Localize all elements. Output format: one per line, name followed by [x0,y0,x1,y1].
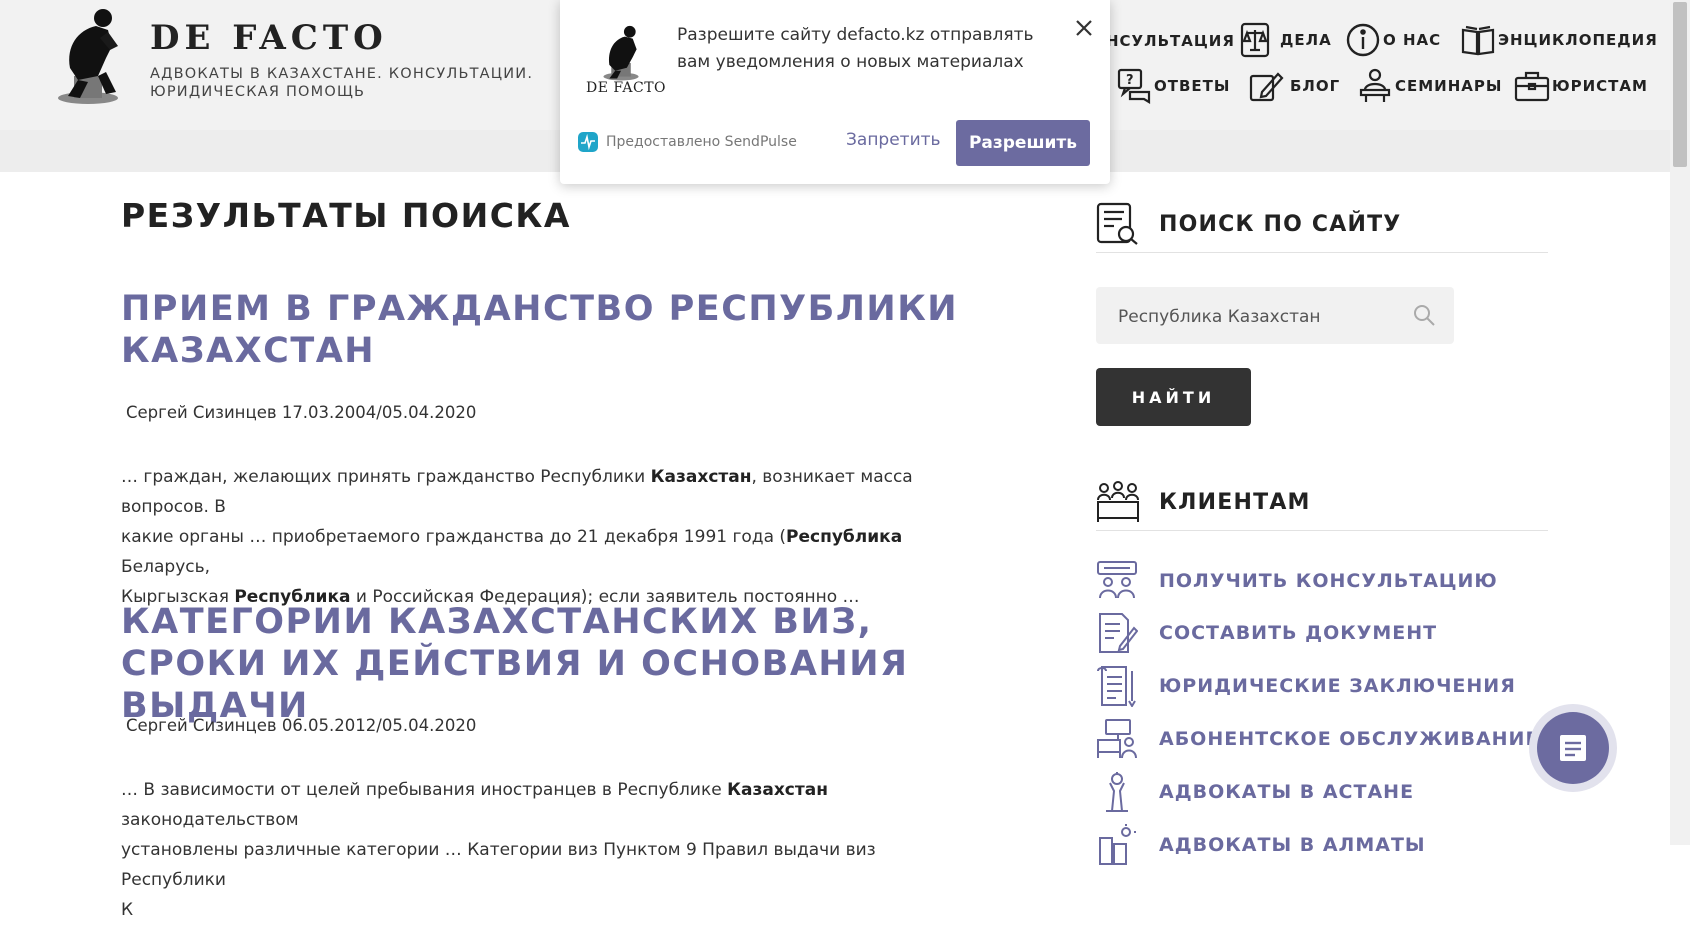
snippet-text: К [121,900,134,920]
document-pen-icon [1099,613,1138,653]
nav-seminars-label: СЕМИНАРЫ [1395,77,1503,95]
tagline-line-2: ЮРИДИЧЕСКАЯ ПОМОЩЬ [150,84,366,100]
client-link-subscription[interactable]: АБОНЕНТСКОЕ ОБСЛУЖИВАНИЕ [1096,718,1538,760]
popup-logo-text: DE FACTO [586,80,667,96]
thinker-logo-icon[interactable] [48,6,126,106]
site-tagline: АДВОКАТЫ В КАЗАХСТАНЕ. КОНСУЛЬТАЦИИ. ЮРИ… [150,65,550,101]
snippet-highlight: Республика [786,527,903,547]
chat-button-inner [1537,712,1609,784]
find-button[interactable]: НАЙТИ [1096,368,1251,426]
brand-name[interactable]: DE FACTO [150,18,388,58]
nav-answers[interactable]: ? ОТВЕТЫ [1116,68,1230,104]
client-link-label: АБОНЕНТСКОЕ ОБСЛУЖИВАНИЕ [1159,728,1540,750]
scales-icon [1240,22,1270,58]
result-title-link[interactable]: ПРИЕМ В ГРАЖДАНСТВО РЕСПУБЛИКИ КАЗАХСТАН [121,288,1001,372]
lecturer-icon [1359,68,1391,102]
result-meta: Сергей Сизинцев 17.03.2004/05.04.2020 [126,403,477,422]
scrollbar-thumb[interactable] [1673,2,1687,167]
nav-seminars[interactable]: СЕМИНАРЫ [1357,68,1502,104]
chat-button[interactable] [1529,704,1617,792]
page-scrollbar[interactable] [1670,0,1690,845]
nav-consultation[interactable]: НСУЛЬТАЦИЯ [1106,32,1235,50]
client-link-document[interactable]: СОСТАВИТЬ ДОКУМЕНТ [1096,612,1436,654]
client-link-label: АДВОКАТЫ В АЛМАТЫ [1159,834,1426,856]
search-box [1096,287,1454,346]
popup-provider-text: Предоставлено SendPulse [606,134,797,150]
nav-encyclopedia[interactable]: ЭНЦИКЛОПЕДИЯ [1460,22,1658,58]
snippet-text: установлены различные категории … Катего… [121,840,876,890]
search-input[interactable] [1116,287,1400,346]
meeting-people-icon [1097,481,1139,522]
allow-button[interactable]: Разрешить [956,120,1090,166]
client-link-label: ЮРИДИЧЕСКИЕ ЗАКЛЮЧЕНИЯ [1159,675,1516,697]
search-widget-header: ПОИСК ПО САЙТУ [1096,202,1548,253]
result-snippet: … В зависимости от целей пребывания инос… [121,775,941,925]
pencil-note-icon [1249,72,1284,102]
message-icon [1560,735,1586,761]
clients-widget-header: КЛИЕНТАМ [1096,480,1548,531]
tower-icon [1106,772,1128,812]
snippet-text: Беларусь, [121,557,211,577]
result-snippet: … граждан, желающих принять гражданство … [121,462,941,612]
client-link-almaty[interactable]: АДВОКАТЫ В АЛМАТЫ [1096,824,1425,866]
tagline-line-1: АДВОКАТЫ В КАЗАХСТАНЕ. КОНСУЛЬТАЦИИ. [150,66,534,82]
snippet-text: законодательством [121,810,299,830]
snippet-text: … В зависимости от целей пребывания инос… [121,780,728,800]
snippet-text: какие органы … приобретаемого гражданств… [121,527,787,547]
nav-answers-label: ОТВЕТЫ [1154,77,1231,95]
client-link-label: АДВОКАТЫ В АСТАНЕ [1159,781,1415,803]
nav-about[interactable]: О НАС [1345,22,1441,58]
result-meta: Сергей Сизинцев 06.05.2012/05.04.2020 [126,716,477,735]
nav-cases[interactable]: ДЕЛА [1238,22,1332,58]
client-link-label: СОСТАВИТЬ ДОКУМЕНТ [1159,622,1438,644]
briefcase-icon [1514,71,1550,102]
close-icon[interactable] [1072,16,1096,40]
svg-text:?: ? [1126,73,1135,88]
client-link-consultation[interactable]: ПОЛУЧИТЬ КОНСУЛЬТАЦИЮ [1096,560,1497,602]
deny-button[interactable]: Запретить [846,130,941,150]
page-title: РЕЗУЛЬТАТЫ ПОИСКА [121,196,571,235]
nav-lawyers[interactable]: ЮРИСТАМ [1514,68,1648,104]
nav-encyclopedia-label: ЭНЦИКЛОПЕДИЯ [1498,31,1658,49]
client-link-label: ПОЛУЧИТЬ КОНСУЛЬТАЦИЮ [1159,570,1498,592]
checklist-icon [1097,666,1136,707]
popup-message: Разрешите сайту defacto.kz отправлять ва… [677,25,1034,72]
nav-cases-label: ДЕЛА [1280,31,1332,49]
snippet-highlight: Казахстан [650,467,752,487]
clients-widget-title: КЛИЕНТАМ [1159,490,1311,515]
client-link-opinions[interactable]: ЮРИДИЧЕСКИЕ ЗАКЛЮЧЕНИЯ [1096,665,1515,707]
search-list-icon [1096,202,1138,245]
workstation-icon [1097,719,1137,759]
result-title-link[interactable]: КАТЕГОРИИ КАЗАХСТАНСКИХ ВИЗ, СРОКИ ИХ ДЕ… [121,601,1001,727]
snippet-highlight: Казахстан [727,780,828,800]
sendpulse-icon [578,132,598,152]
info-icon [1346,23,1380,57]
nav-blog-label: БЛОГ [1290,77,1341,95]
popup-provider: Предоставлено SendPulse [578,132,797,152]
client-link-astana[interactable]: АДВОКАТЫ В АСТАНЕ [1096,771,1413,813]
nav-consultation-label: НСУЛЬТАЦИЯ [1106,32,1235,50]
nav-blog[interactable]: БЛОГ [1248,68,1340,104]
consult-people-icon [1097,561,1137,599]
city-icon [1099,824,1136,865]
snippet-text: … граждан, желающих принять гражданство … [121,467,651,487]
book-icon [1461,25,1495,56]
nav-lawyers-label: ЮРИСТАМ [1552,77,1648,95]
search-widget-title: ПОИСК ПО САЙТУ [1159,212,1402,237]
nav-about-label: О НАС [1383,31,1442,49]
push-notification-popup: DE FACTO Разрешите сайту defacto.kz отпр… [560,0,1110,184]
question-chat-icon: ? [1117,68,1151,104]
search-icon[interactable] [1412,303,1436,327]
